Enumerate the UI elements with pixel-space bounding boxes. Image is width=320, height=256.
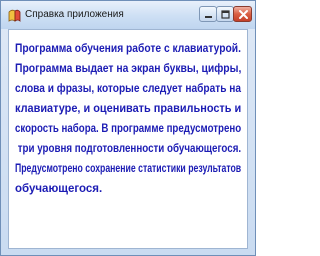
help-window: Справка приложения Программа обучения ра… [0,0,256,256]
app-icon [8,9,21,22]
close-icon [239,10,248,19]
help-line-5: скорость набора. В программе предусмотре… [15,123,242,135]
help-line-8: обучающегося. [15,183,103,195]
window-title: Справка приложения [25,9,124,20]
title-bar[interactable]: Справка приложения [1,1,255,29]
help-line-7: Предусмотрено сохранение статистики резу… [15,163,242,175]
help-line-6: три уровня подготовленности обучающегося… [15,143,242,155]
maximize-button[interactable] [216,6,234,22]
help-line-4: клавиатуре, и оценивать правильность и [15,103,242,115]
help-line-2: Программа выдает на экран буквы, цифры, [15,63,242,75]
minimize-button[interactable] [199,6,217,22]
help-text-area: Программа обучения работе с клавиатурой.… [8,29,248,249]
help-line-1: Программа обучения работе с клавиатурой. [15,43,241,55]
help-line-3: слова и фразы, которые следует набрать н… [15,83,242,95]
close-button[interactable] [233,6,252,22]
